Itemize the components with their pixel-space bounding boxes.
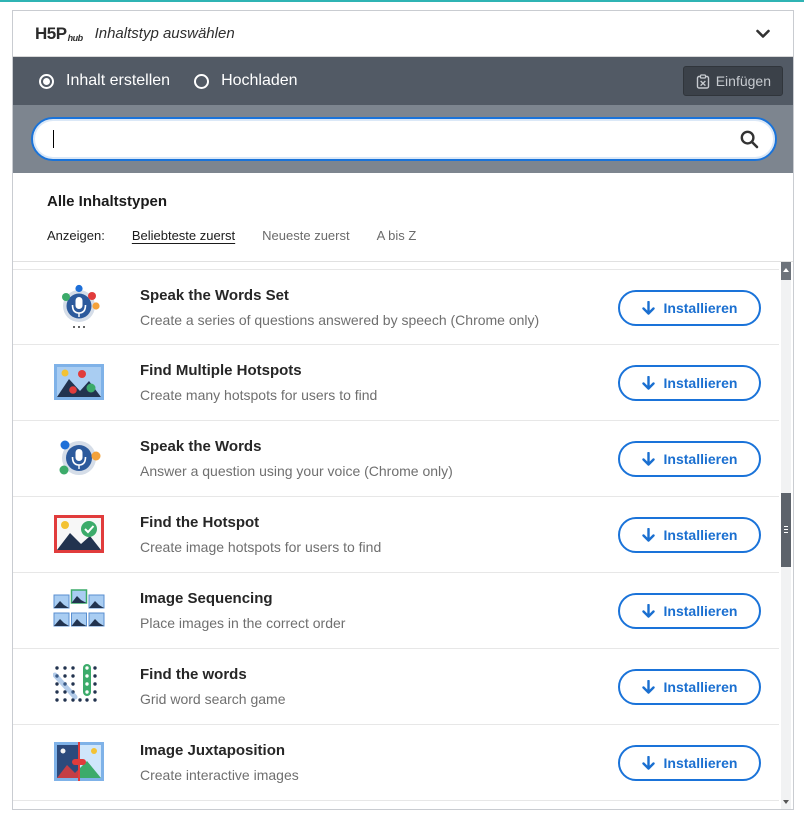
list-scrollbar[interactable]: [779, 262, 793, 809]
download-arrow-icon: [641, 301, 655, 315]
content-type-list: Speak the Words Set Create a series of q…: [13, 262, 781, 809]
hotspot-icon: [54, 515, 104, 553]
source-tabs: Inhalt erstellen Hochladen Einfügen: [13, 57, 793, 105]
content-types-heading: Alle Inhaltstypen: [47, 193, 168, 210]
list-item[interactable]: Speak the Words Set Create a series of q…: [13, 269, 781, 345]
install-button[interactable]: Installieren: [618, 669, 761, 705]
install-button[interactable]: Installieren: [618, 517, 761, 553]
sort-a-to-z[interactable]: A bis Z: [377, 228, 417, 243]
tab-upload-label: Hochladen: [221, 72, 298, 89]
scroll-up-button[interactable]: [781, 262, 791, 280]
logo-main: H5P: [35, 23, 67, 43]
install-button-label: Installieren: [663, 451, 738, 467]
clipboard-icon: [696, 73, 709, 89]
list-item[interactable]: Speak the Words Answer a question using …: [13, 421, 781, 497]
download-arrow-icon: [641, 756, 655, 770]
item-title[interactable]: Speak the Words: [140, 438, 261, 455]
hub-header[interactable]: H5P hub Inhaltstyp auswählen: [13, 11, 793, 57]
search-icon[interactable]: [740, 130, 759, 149]
download-arrow-icon: [641, 680, 655, 694]
tab-upload[interactable]: Hochladen: [194, 72, 298, 90]
install-button-label: Installieren: [663, 603, 738, 619]
install-button-label: Installieren: [663, 679, 738, 695]
multiple-hotspots-icon: [54, 364, 104, 400]
install-button-label: Installieren: [663, 755, 738, 771]
radio-selected-icon[interactable]: [39, 73, 54, 89]
word-grid-icon: [53, 664, 97, 702]
sort-most-popular[interactable]: Beliebteste zuerst: [132, 228, 235, 243]
tab-create-content[interactable]: Inhalt erstellen: [39, 72, 170, 90]
download-arrow-icon: [641, 376, 655, 390]
list-item[interactable]: Find the words Grid word search game Ins…: [13, 649, 781, 725]
item-description: Create image hotspots for users to find: [140, 539, 382, 555]
sort-label: Anzeigen:: [47, 228, 105, 243]
search-box[interactable]: [31, 117, 777, 161]
chevron-down-icon[interactable]: [755, 26, 771, 42]
search-input[interactable]: [33, 119, 775, 159]
item-title[interactable]: Find the words: [140, 666, 247, 683]
h5p-hub: H5P hub Inhaltstyp auswählen Inhalt erst…: [12, 10, 794, 810]
hub-title: Inhaltstyp auswählen: [94, 25, 235, 42]
sort-newest[interactable]: Neueste zuerst: [262, 228, 349, 243]
install-button[interactable]: Installieren: [618, 365, 761, 401]
item-title[interactable]: Find the Hotspot: [140, 514, 259, 531]
install-button[interactable]: Installieren: [618, 290, 761, 326]
item-description: Create many hotspots for users to find: [140, 387, 378, 403]
install-button-label: Installieren: [663, 375, 738, 391]
image-juxtaposition-icon: [54, 742, 104, 781]
scroll-thumb[interactable]: [781, 493, 791, 567]
item-title[interactable]: Find Multiple Hotspots: [140, 362, 302, 379]
logo-sub: hub: [67, 32, 84, 43]
paste-button[interactable]: Einfügen: [682, 66, 783, 96]
search-band: [13, 105, 793, 173]
tab-create-content-label: Inhalt erstellen: [66, 72, 171, 89]
h5p-hub-logo: H5P hub: [35, 24, 83, 44]
item-description: Grid word search game: [140, 691, 286, 707]
radio-unselected-icon[interactable]: [194, 73, 210, 89]
item-title[interactable]: Image Juxtaposition: [140, 742, 285, 759]
download-arrow-icon: [641, 604, 655, 618]
item-description: Create interactive images: [140, 767, 299, 783]
list-item[interactable]: Find the Hotspot Create image hotspots f…: [13, 497, 781, 573]
microphone-icon: [59, 440, 101, 475]
text-caret: [53, 130, 54, 148]
download-arrow-icon: [641, 528, 655, 542]
item-title[interactable]: Image Sequencing: [140, 590, 273, 607]
top-accent-line: [0, 0, 804, 2]
list-item[interactable]: Find Multiple Hotspots Create many hotsp…: [13, 345, 781, 421]
install-button[interactable]: Installieren: [618, 593, 761, 629]
paste-button-label: Einfügen: [715, 73, 771, 89]
item-description: Answer a question using your voice (Chro…: [140, 463, 453, 479]
download-arrow-icon: [641, 452, 655, 466]
sort-options: Anzeigen: Beliebteste zuerst Neueste zue…: [47, 228, 793, 243]
item-description: Create a series of questions answered by…: [140, 312, 540, 328]
filter-bar: Alle Inhaltstypen Anzeigen: Beliebteste …: [13, 173, 793, 262]
item-title[interactable]: Speak the Words Set: [140, 287, 289, 304]
install-button-label: Installieren: [663, 300, 738, 316]
item-description: Place images in the correct order: [140, 615, 346, 631]
scroll-down-button[interactable]: [781, 793, 791, 809]
install-button[interactable]: Installieren: [618, 745, 761, 781]
image-sequencing-icon: [53, 589, 105, 627]
install-button[interactable]: Installieren: [618, 441, 761, 477]
list-item[interactable]: Image Sequencing Place images in the cor…: [13, 573, 781, 649]
list-item[interactable]: Image Juxtaposition Create interactive i…: [13, 725, 781, 801]
microphone-set-icon: [62, 284, 100, 328]
install-button-label: Installieren: [663, 527, 738, 543]
